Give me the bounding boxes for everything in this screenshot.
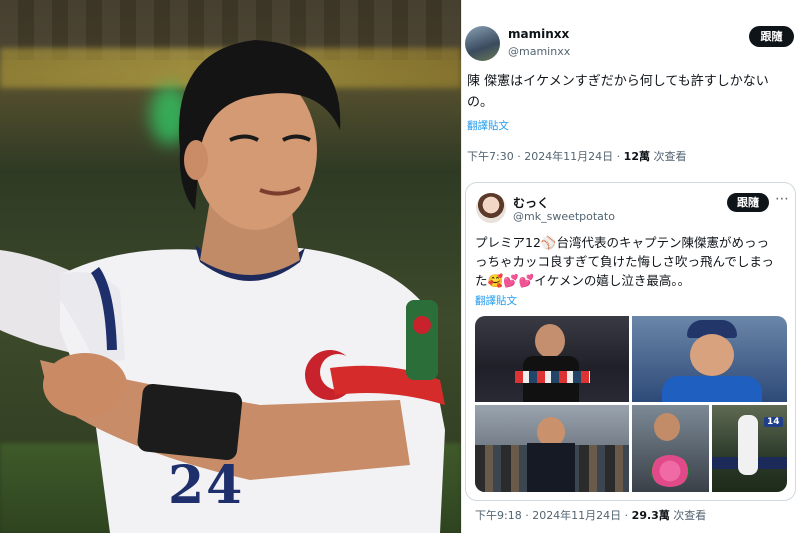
tweet-text-line1: 陳 傑憲はイケメンすぎだから何しても許すしかない <box>467 74 769 89</box>
jersey-blue <box>662 376 762 402</box>
quote-translate-link[interactable]: 翻譯貼文 <box>475 293 517 308</box>
media-batting[interactable]: 14 <box>712 405 787 492</box>
face <box>690 334 734 376</box>
quote-follow-button[interactable]: 跟隨 <box>727 193 769 212</box>
tweet-time[interactable]: 下午7:30 · 2024年11月24日 · <box>467 150 624 163</box>
person-head <box>654 413 680 441</box>
avatar[interactable] <box>465 26 500 61</box>
media-flowers[interactable] <box>632 405 709 492</box>
media-press-conference[interactable] <box>475 316 629 402</box>
more-options-icon[interactable]: ⋯ <box>775 191 789 207</box>
quote-author-name[interactable]: むっく <box>513 194 549 211</box>
divider <box>461 0 462 533</box>
media-airport[interactable] <box>475 405 629 492</box>
tweet-view-count: 12萬 <box>623 150 650 163</box>
quote-view-label: 次查看 <box>669 509 707 522</box>
suit <box>527 443 575 492</box>
translate-link[interactable]: 翻譯貼文 <box>467 118 509 133</box>
quote-view-count: 29.3萬 <box>631 509 670 522</box>
microphones <box>515 371 590 383</box>
media-portrait-cap[interactable] <box>632 316 787 402</box>
quote-text-line3: た🥰💕💕イケメンの嬉し泣き最高。。 <box>475 273 691 288</box>
quote-author-handle[interactable]: @mk_sweetpotato <box>513 210 615 223</box>
tweet-view-label: 次查看 <box>649 150 687 163</box>
quote-avatar[interactable] <box>476 193 506 223</box>
tweet-text-line2: の。 <box>467 95 494 110</box>
media-grid[interactable]: 14 <box>475 316 787 492</box>
tweet-meta: 下午7:30 · 2024年11月24日 · 12萬 次查看 <box>467 148 686 164</box>
jersey-number: 24 <box>168 455 245 516</box>
quote-text-line2: っちゃカッコ良すぎて負けた悔しさ吹っ飛んでしまっ <box>475 254 774 269</box>
quote-time[interactable]: 下午9:18 · 2024年11月24日 · <box>475 509 632 522</box>
tweet-author-handle[interactable]: @maminxx <box>508 45 570 58</box>
grid-badge: 14 <box>764 417 783 427</box>
batter <box>738 415 758 475</box>
player-photo: 24 <box>0 0 461 533</box>
quote-text-line1: プレミア12⚾台湾代表のキャプテン陳傑憲がめっっ <box>475 235 769 250</box>
tweet-author-name[interactable]: maminxx <box>508 27 569 41</box>
media-figure <box>535 324 565 358</box>
bouquet <box>650 455 690 487</box>
follow-button[interactable]: 跟隨 <box>749 26 794 47</box>
quote-meta: 下午9:18 · 2024年11月24日 · 29.3萬 次查看 <box>475 507 706 523</box>
player-illustration <box>0 40 445 533</box>
